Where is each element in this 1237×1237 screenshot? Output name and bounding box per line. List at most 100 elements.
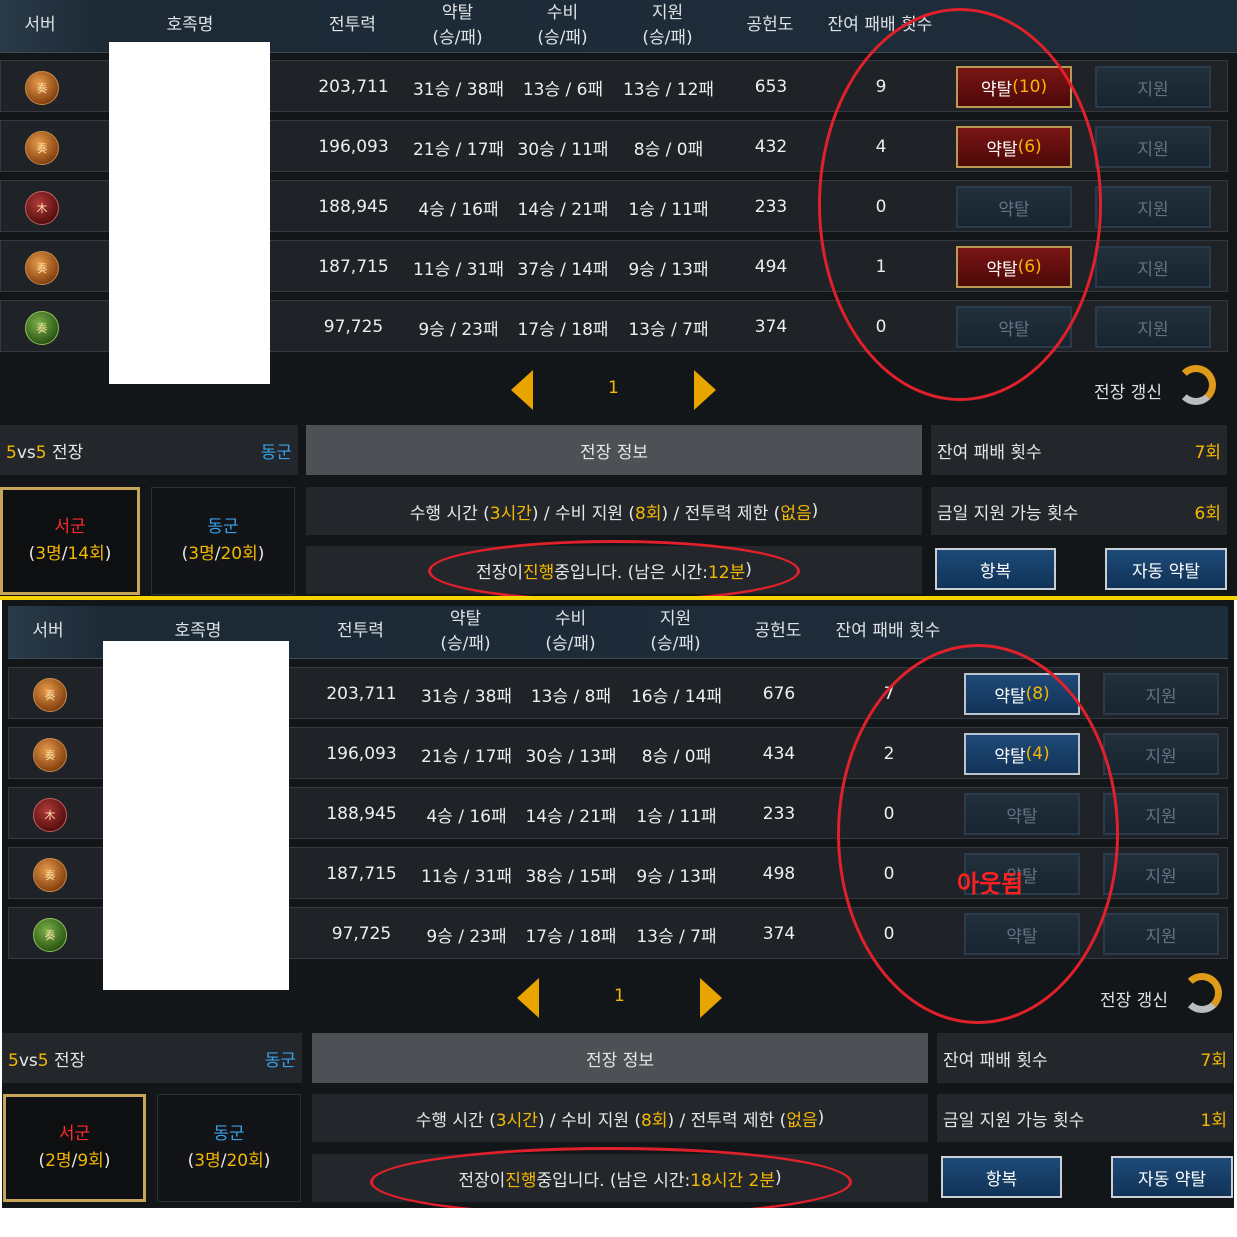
defense-record: 14승 / 21패: [517, 199, 609, 220]
support-record: 8승 / 0패: [641, 746, 712, 767]
battle-type-b: 5: [37, 1050, 49, 1071]
col-defense: 수비 (승/패): [523, 606, 618, 658]
raid-button[interactable]: 약탈 (6): [956, 126, 1072, 168]
raid-button[interactable]: 약탈: [956, 306, 1072, 348]
col-support-sub: (승/패): [642, 28, 693, 48]
team-east-stats: (3명/20회): [182, 541, 265, 568]
auto-raid-button[interactable]: 자동 약탈: [1111, 1156, 1233, 1198]
member-count: 2명: [45, 1151, 72, 1171]
raid-button[interactable]: 약탈 (8): [964, 673, 1080, 715]
prev-page-icon[interactable]: [511, 370, 533, 410]
battlefield-panel-before: 서버 호족명 전투력 약탈 (승/패) 수비 (승/패) 지원 (승/패) 공헌도 잔…: [0, 0, 1237, 596]
support-button[interactable]: 지원: [1103, 793, 1219, 835]
support-today-box: 금일 지원 가능 횟수 6회: [931, 487, 1227, 535]
member-count: 3명: [194, 1151, 221, 1171]
pagination: 1 전장 갱신: [2, 968, 1234, 1028]
server-emblem-icon: 木: [25, 191, 59, 225]
contribution-value: 498: [762, 864, 796, 884]
team-west-stats: (3명/14회): [29, 541, 112, 568]
col-defense-label: 수비: [546, 2, 579, 23]
remaining-losses-value: 4: [875, 137, 887, 157]
auto-raid-button[interactable]: 자동 약탈: [1105, 548, 1227, 590]
support-button[interactable]: 지원: [1095, 66, 1211, 108]
raid-record: 11승 / 31패: [420, 866, 513, 887]
status-text: ): [745, 560, 752, 580]
remaining-losses-value: 0: [875, 317, 887, 337]
raid-record: 21승 / 17패: [420, 746, 513, 767]
server-emblem-icon: 奏: [25, 71, 59, 105]
server-emblem-icon: 木: [33, 798, 67, 832]
col-raid-label: 약탈: [449, 608, 482, 629]
raid-record: 4승 / 16패: [418, 199, 499, 220]
raid-button[interactable]: 약탈: [964, 913, 1080, 955]
contribution-value: 653: [754, 77, 788, 97]
refresh-label: 전장 갱신: [1100, 991, 1168, 1011]
support-today-count: 1회: [1200, 1110, 1227, 1131]
support-record: 13승 / 12패: [622, 79, 715, 100]
rule-text: ) / 수비 지원 (: [531, 503, 636, 524]
battle-rules: 수행 시간 (3시간) / 수비 지원 (8회) / 전투력 제한 (없음): [306, 487, 922, 535]
col-raid-label: 약탈: [441, 2, 474, 23]
attempt-count: 20회: [220, 544, 258, 564]
support-today-label: 금일 지원 가능 횟수: [937, 503, 1079, 524]
raid-button[interactable]: 약탈 (10): [956, 66, 1072, 108]
raid-button[interactable]: 약탈 (4): [964, 733, 1080, 775]
prev-page-icon[interactable]: [517, 978, 539, 1018]
raid-record: 11승 / 31패: [412, 259, 505, 280]
support-today-label: 금일 지원 가능 횟수: [943, 1110, 1085, 1131]
surrender-button[interactable]: 항복: [941, 1156, 1062, 1198]
col-support: 지원 (승/패): [628, 606, 723, 658]
defense-record: 38승 / 15패: [525, 866, 617, 887]
team-east-stats: (3명/20회): [188, 1148, 271, 1175]
support-button[interactable]: 지원: [1095, 186, 1211, 228]
defense-record: 37승 / 14패: [517, 259, 609, 280]
support-button[interactable]: 지원: [1103, 913, 1219, 955]
remaining-losses-value: 0: [875, 197, 887, 217]
surrender-button[interactable]: 항복: [935, 548, 1056, 590]
stats-close: ): [263, 1151, 271, 1171]
refresh-icon[interactable]: [1176, 365, 1216, 405]
support-button[interactable]: 지원: [1095, 306, 1211, 348]
battle-type-bar: 5vs5 전장 동군: [2, 1033, 302, 1083]
remaining-losses-count: 7회: [1200, 1050, 1227, 1071]
support-button[interactable]: 지원: [1095, 246, 1211, 288]
support-record: 16승 / 14패: [630, 686, 723, 707]
support-button[interactable]: 지원: [1095, 126, 1211, 168]
support-record: 1승 / 11패: [636, 806, 717, 827]
col-raid-sub: (승/패): [432, 28, 483, 48]
support-button[interactable]: 지원: [1103, 733, 1219, 775]
remaining-losses-value: 2: [883, 744, 895, 764]
raid-button-label: 약탈: [994, 746, 1026, 767]
annotation-out-label: 아웃됨: [957, 870, 1024, 898]
team-west[interactable]: 서군 (3명/14회): [0, 487, 140, 595]
raid-button[interactable]: 약탈: [964, 793, 1080, 835]
duration-value: 3시간: [489, 503, 532, 524]
server-emblem-icon: 奏: [33, 678, 67, 712]
support-button[interactable]: 지원: [1103, 673, 1219, 715]
team-east[interactable]: 동군 (3명/20회): [151, 487, 295, 595]
raid-record: 21승 / 17패: [412, 139, 505, 160]
page-number: 1: [614, 986, 625, 1006]
defense-record: 13승 / 6패: [522, 79, 604, 100]
raid-button-count: (6): [1017, 257, 1042, 277]
team-east[interactable]: 동군 (3명/20회): [157, 1094, 301, 1202]
defense-record: 14승 / 21패: [525, 806, 617, 827]
refresh-icon[interactable]: [1182, 973, 1222, 1013]
rule-text: ): [811, 501, 819, 521]
raid-button-label: 약탈: [994, 686, 1026, 707]
raid-button[interactable]: 약탈 (6): [956, 246, 1072, 288]
remaining-losses-box: 잔여 패배 횟수 7회: [937, 1033, 1233, 1083]
col-raid: 약탈 (승/패): [418, 606, 513, 658]
remaining-losses-value: 0: [883, 864, 895, 884]
support-button[interactable]: 지원: [1103, 853, 1219, 895]
rule-text: ) / 전투력 제한 (: [661, 503, 781, 524]
raid-button[interactable]: 약탈: [956, 186, 1072, 228]
refresh-label: 전장 갱신: [1094, 383, 1162, 403]
team-west[interactable]: 서군 (2명/9회): [3, 1094, 146, 1202]
next-page-icon[interactable]: [694, 370, 716, 410]
raid-button-count: (4): [1025, 744, 1050, 764]
next-page-icon[interactable]: [700, 978, 722, 1018]
raid-button-label: 약탈: [980, 79, 1013, 100]
battle-info-title: 전장 정보: [306, 425, 922, 475]
stats-close: ): [257, 544, 265, 564]
